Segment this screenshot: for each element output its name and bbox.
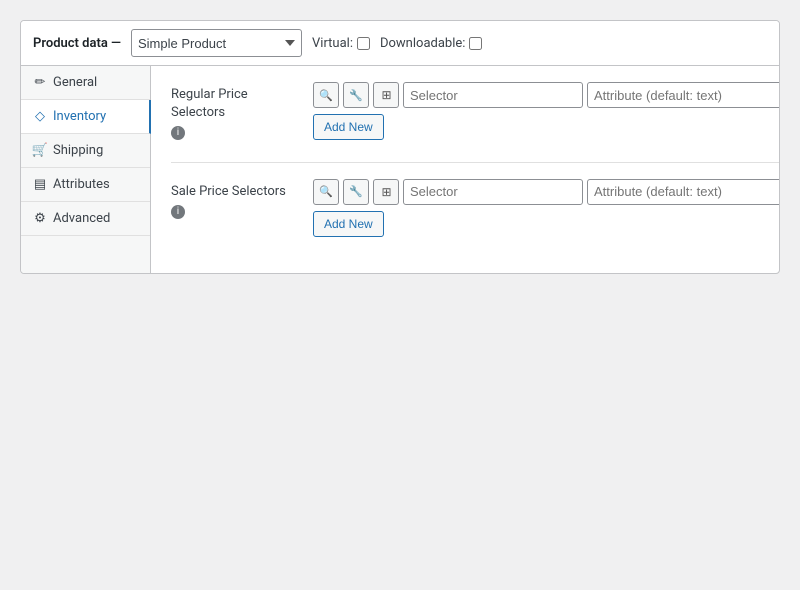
sidebar-item-general-label: General [53,75,97,90]
list-icon: ▤ [33,178,47,192]
sale-price-search-btn[interactable]: 🔍 [313,179,339,205]
sidebar-item-inventory[interactable]: ◇ Inventory [21,100,151,134]
virtual-label: Virtual: [312,36,370,51]
regular-price-add-new-btn[interactable]: Add New [313,114,384,140]
sale-price-input-row: 🔍 🔧 ⊞ 🗑 [313,179,780,205]
product-type-select[interactable]: Simple Product Variable Product Grouped … [131,29,302,57]
downloadable-checkbox[interactable] [469,37,482,50]
sidebar-item-attributes-label: Attributes [53,177,110,192]
sale-price-grid-btn[interactable]: ⊞ [373,179,399,205]
truck-icon: 🛒 [33,144,47,158]
product-data-body: ✏ General ◇ Inventory 🛒 Shipping ▤ Attri… [21,66,779,273]
virtual-checkbox[interactable] [357,37,370,50]
sidebar-item-advanced-label: Advanced [53,211,110,226]
sale-price-row: Sale Price Selectors i 🔍 🔧 [171,179,780,237]
grid-icon: ⊞ [381,185,390,199]
sidebar-item-inventory-label: Inventory [53,109,106,124]
box-icon: ◇ [33,110,47,124]
product-data-header: Product data — Simple Product Variable P… [21,21,779,66]
sale-price-selector-input[interactable] [403,179,583,205]
sidebar-item-attributes[interactable]: ▤ Attributes [21,168,150,202]
regular-price-label: Regular Price Selectors i [171,82,301,142]
regular-price-attribute-input[interactable] [587,82,780,108]
regular-price-section: Regular Price Selectors i 🔍 🔧 [171,82,780,142]
sidebar-item-shipping[interactable]: 🛒 Shipping [21,134,150,168]
downloadable-label: Downloadable: [380,36,482,51]
sale-price-attribute-input[interactable] [587,179,780,205]
grid-icon: ⊞ [381,88,390,102]
product-data-box: Product data — Simple Product Variable P… [20,20,780,274]
regular-price-wrench-btn[interactable]: 🔧 [343,82,369,108]
sale-price-section: Sale Price Selectors i 🔍 🔧 [171,179,780,237]
regular-price-search-btn[interactable]: 🔍 [313,82,339,108]
sale-price-content: 🔍 🔧 ⊞ 🗑 [313,179,780,237]
regular-price-content: 🔍 🔧 ⊞ 🗑 [313,82,780,140]
product-data-label: Product data — [33,36,121,51]
search-icon: 🔍 [319,185,333,198]
regular-price-row: Regular Price Selectors i 🔍 🔧 [171,82,780,142]
pencil-icon: ✏ [33,76,47,90]
regular-price-input-row: 🔍 🔧 ⊞ 🗑 [313,82,780,108]
regular-price-grid-btn[interactable]: ⊞ [373,82,399,108]
sale-price-info-icon[interactable]: i [171,205,185,219]
search-icon: 🔍 [319,89,333,102]
sidebar: ✏ General ◇ Inventory 🛒 Shipping ▤ Attri… [21,66,151,273]
sidebar-item-shipping-label: Shipping [53,143,103,158]
sale-price-wrench-btn[interactable]: 🔧 [343,179,369,205]
regular-price-info-icon[interactable]: i [171,126,185,140]
wrench-icon: 🔧 [349,185,363,198]
gear-icon: ⚙ [33,212,47,226]
sale-price-add-new-btn[interactable]: Add New [313,211,384,237]
sidebar-item-general[interactable]: ✏ General [21,66,150,100]
sale-price-label: Sale Price Selectors i [171,179,301,220]
sidebar-item-advanced[interactable]: ⚙ Advanced [21,202,150,236]
content-area: Regular Price Selectors i 🔍 🔧 [151,66,780,273]
regular-price-selector-input[interactable] [403,82,583,108]
wrench-icon: 🔧 [349,89,363,102]
divider [171,162,780,163]
